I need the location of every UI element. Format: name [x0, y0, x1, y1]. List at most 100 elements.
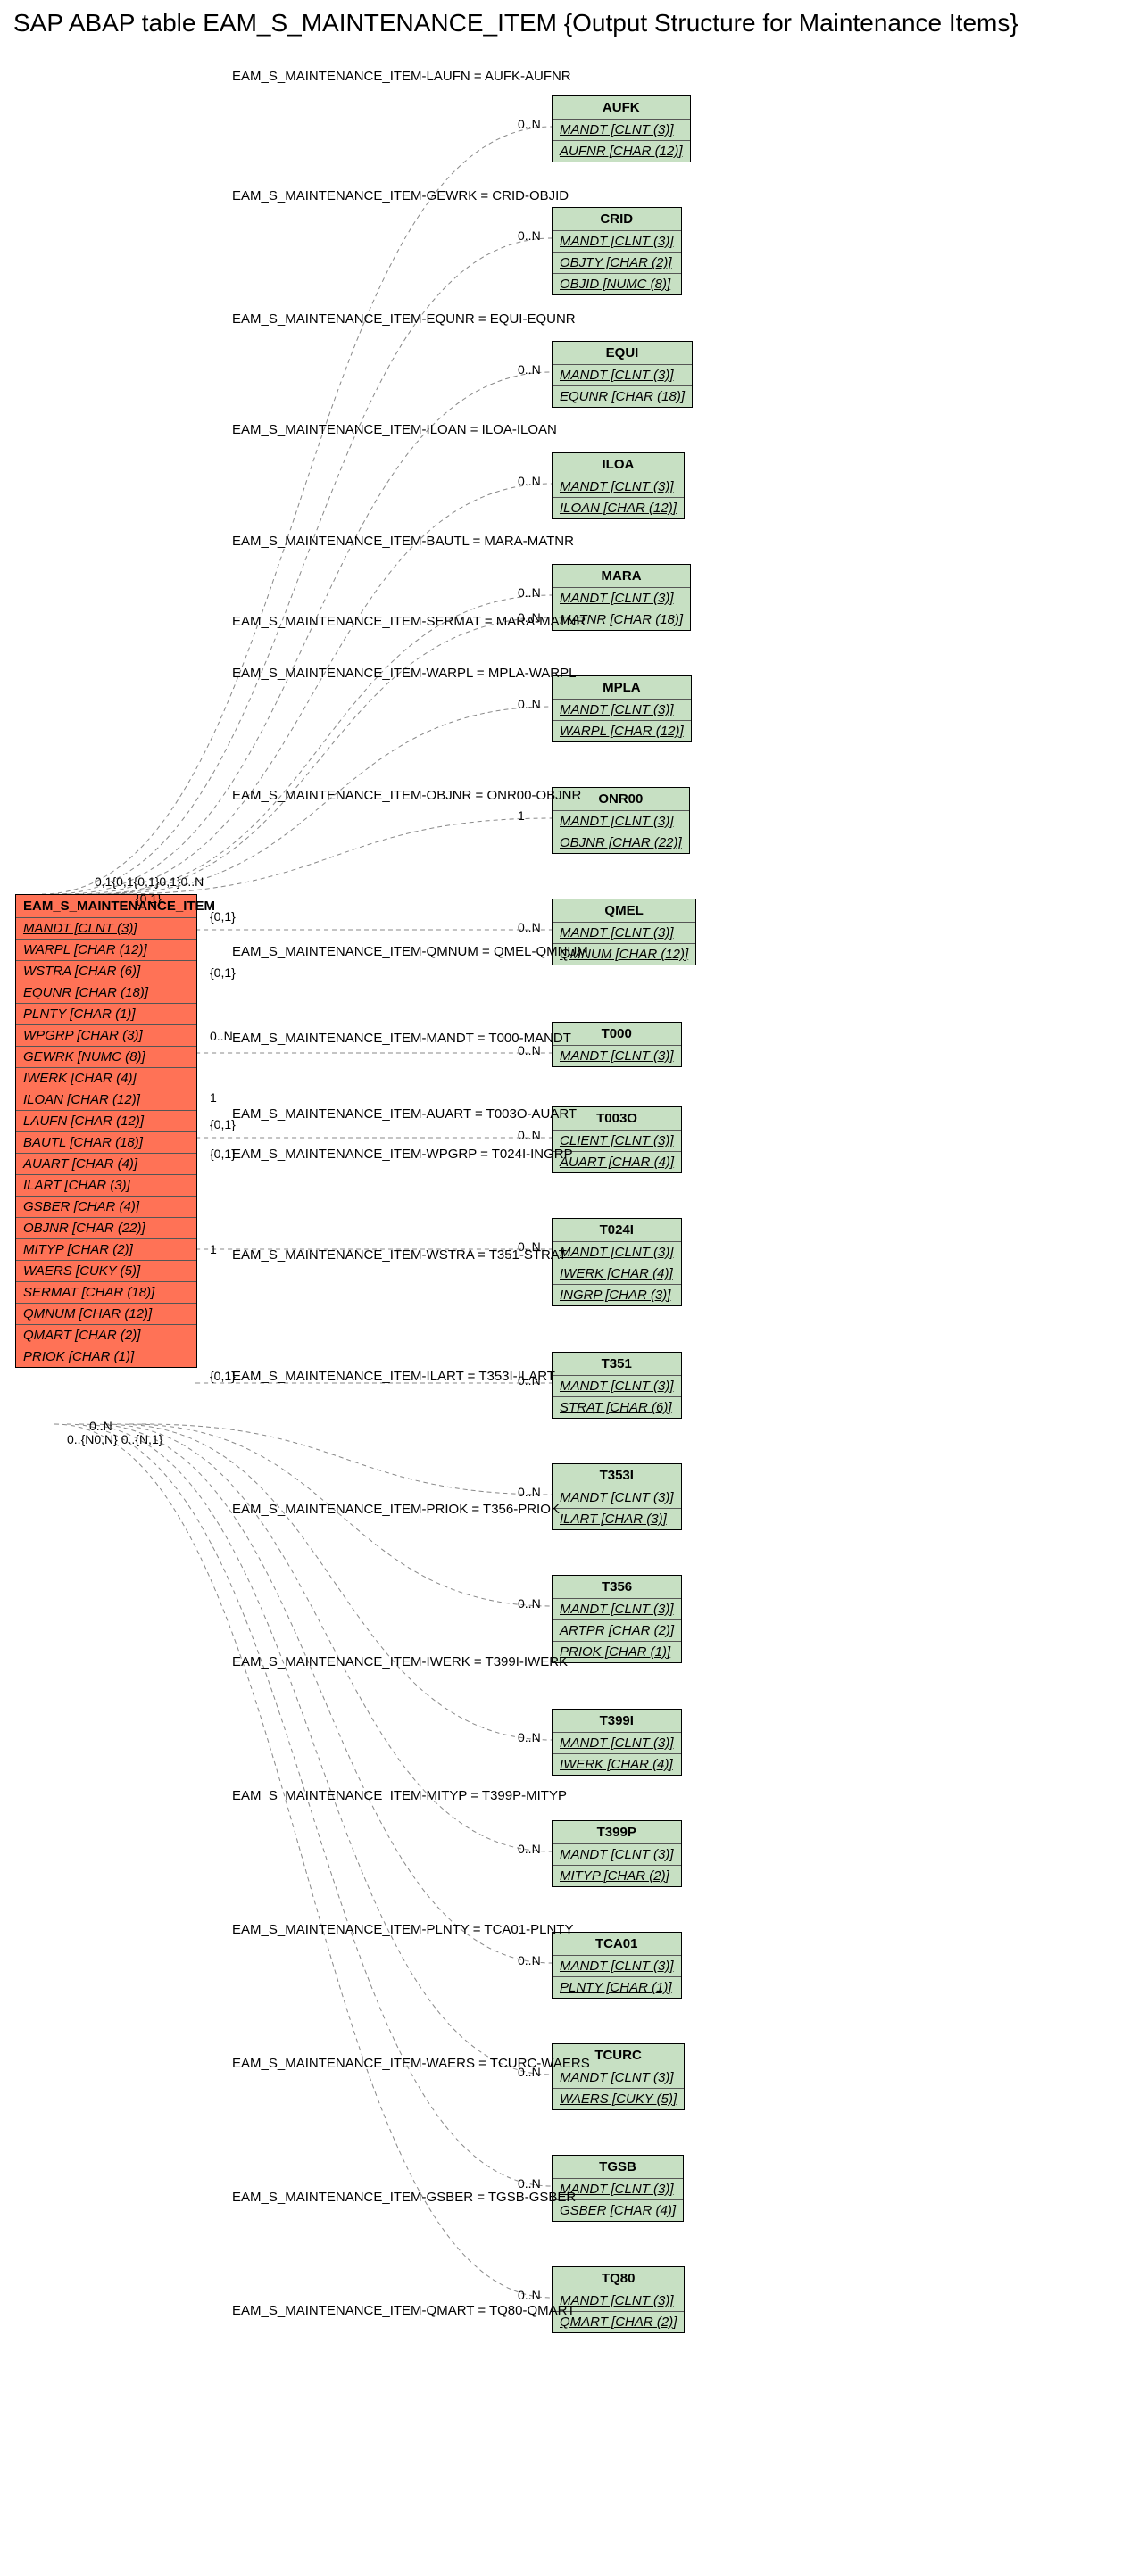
entity-name: EQUI	[553, 342, 692, 365]
cardinality-label: 0..N	[518, 2288, 541, 2302]
cardinality-label: 1	[210, 1090, 217, 1105]
field-row: ILART [CHAR (3)]	[16, 1175, 196, 1197]
cardinality-label: 0..N	[89, 1419, 112, 1433]
field-row: SERMAT [CHAR (18)]	[16, 1282, 196, 1304]
field-row: MANDT [CLNT (3)]	[16, 918, 196, 940]
cardinality-label: {0,1}	[210, 965, 236, 980]
field-row: ILART [CHAR (3)]	[553, 1509, 681, 1529]
field-row: MANDT [CLNT (3)]	[553, 1956, 681, 1977]
cardinality-label: 0..N	[518, 920, 541, 934]
field-row: ILOAN [CHAR (12)]	[553, 498, 684, 518]
relationship-label: EAM_S_MAINTENANCE_ITEM-AUART = T003O-AUA…	[232, 1106, 577, 1122]
relationship-label: EAM_S_MAINTENANCE_ITEM-GEWRK = CRID-OBJI…	[232, 188, 569, 203]
field-row: MANDT [CLNT (3)]	[553, 1599, 681, 1620]
field-row: WAERS [CUKY (5)]	[16, 1261, 196, 1282]
relationship-label: EAM_S_MAINTENANCE_ITEM-IWERK = T399I-IWE…	[232, 1654, 568, 1669]
field-row: MANDT [CLNT (3)]	[553, 700, 691, 721]
entity-ILOA: ILOAMANDT [CLNT (3)]ILOAN [CHAR (12)]	[552, 452, 685, 519]
field-row: OBJTY [CHAR (2)]	[553, 253, 681, 274]
field-row: OBJNR [CHAR (22)]	[553, 832, 689, 853]
field-row: QMNUM [CHAR (12)]	[16, 1304, 196, 1325]
field-row: WAERS [CUKY (5)]	[553, 2089, 684, 2109]
cardinality-label: {0,1}	[210, 1117, 236, 1131]
field-row: MANDT [CLNT (3)]	[553, 231, 681, 253]
erd-canvas: EAM_S_MAINTENANCE_ITEM MANDT [CLNT (3)]W…	[9, 42, 1138, 2567]
entity-T024I: T024IMANDT [CLNT (3)]IWERK [CHAR (4)]ING…	[552, 1218, 682, 1306]
page-title: SAP ABAP table EAM_S_MAINTENANCE_ITEM {O…	[13, 9, 1147, 37]
relationship-label: EAM_S_MAINTENANCE_ITEM-OBJNR = ONR00-OBJ…	[232, 788, 581, 803]
field-row: QMART [CHAR (2)]	[16, 1325, 196, 1346]
relationship-label: EAM_S_MAINTENANCE_ITEM-QMNUM = QMEL-QMNU…	[232, 944, 588, 959]
field-row: MITYP [CHAR (2)]	[16, 1239, 196, 1261]
field-row: MANDT [CLNT (3)]	[553, 1046, 681, 1066]
field-row: STRAT [CHAR (6)]	[553, 1397, 681, 1418]
cardinality-label: 0..{N0,N} 0..{N,1}	[67, 1432, 162, 1446]
entity-name: T000	[553, 1023, 681, 1046]
relationship-label: EAM_S_MAINTENANCE_ITEM-QMART = TQ80-QMAR…	[232, 2303, 575, 2318]
entity-name: T024I	[553, 1219, 681, 1242]
entity-name: CRID	[553, 208, 681, 231]
cardinality-label: 0..N	[518, 1842, 541, 1856]
relationship-label: EAM_S_MAINTENANCE_ITEM-GSBER = TGSB-GSBE…	[232, 2190, 576, 2205]
entity-CRID: CRIDMANDT [CLNT (3)]OBJTY [CHAR (2)]OBJI…	[552, 207, 682, 295]
field-row: EQUNR [CHAR (18)]	[553, 386, 692, 407]
entity-name: TGSB	[553, 2156, 683, 2179]
field-row: MANDT [CLNT (3)]	[553, 120, 690, 141]
entity-name: ILOA	[553, 453, 684, 476]
cardinality-label: 0..N	[518, 1485, 541, 1499]
field-row: MANDT [CLNT (3)]	[553, 923, 695, 944]
cardinality-label: 0..N	[518, 1953, 541, 1967]
cardinality-label: 0..N	[518, 117, 541, 131]
entity-name: QMEL	[553, 899, 695, 923]
cardinality-label: {0,1}	[210, 1147, 236, 1161]
entity-TQ80: TQ80MANDT [CLNT (3)]QMART [CHAR (2)]	[552, 2266, 685, 2333]
field-row: LAUFN [CHAR (12)]	[16, 1111, 196, 1132]
cardinality-label: 0..N	[518, 2065, 541, 2079]
relationship-label: EAM_S_MAINTENANCE_ITEM-LAUFN = AUFK-AUFN…	[232, 69, 571, 84]
relationship-label: EAM_S_MAINTENANCE_ITEM-BAUTL = MARA-MATN…	[232, 534, 574, 549]
relationship-label: EAM_S_MAINTENANCE_ITEM-PRIOK = T356-PRIO…	[232, 1502, 560, 1517]
entity-name: MARA	[553, 565, 690, 588]
field-row: MANDT [CLNT (3)]	[553, 1487, 681, 1509]
field-row: GSBER [CHAR (4)]	[16, 1197, 196, 1218]
entity-T356: T356MANDT [CLNT (3)]ARTPR [CHAR (2)]PRIO…	[552, 1575, 682, 1663]
cardinality-label: 0..N	[518, 1128, 541, 1142]
cardinality-label: 0..N	[518, 585, 541, 600]
entity-name: T353I	[553, 1464, 681, 1487]
cardinality-label: 0,1{0,1{0,1}0,1}0..N	[95, 874, 204, 889]
relationship-label: EAM_S_MAINTENANCE_ITEM-ILOAN = ILOA-ILOA…	[232, 422, 557, 437]
field-row: ILOAN [CHAR (12)]	[16, 1089, 196, 1111]
cardinality-label: 0..N	[518, 1730, 541, 1744]
field-row: WARPL [CHAR (12)]	[553, 721, 691, 741]
field-row: WSTRA [CHAR (6)]	[16, 961, 196, 982]
relationship-label: EAM_S_MAINTENANCE_ITEM-WPGRP = T024I-ING…	[232, 1147, 573, 1162]
field-row: MANDT [CLNT (3)]	[553, 1733, 681, 1754]
entity-T353I: T353IMANDT [CLNT (3)]ILART [CHAR (3)]	[552, 1463, 682, 1530]
field-row: INGRP [CHAR (3)]	[553, 1285, 681, 1305]
field-row: MANDT [CLNT (3)]	[553, 1242, 681, 1263]
cardinality-label: 0..N	[518, 697, 541, 711]
entity-AUFK: AUFKMANDT [CLNT (3)]AUFNR [CHAR (12)]	[552, 95, 691, 162]
field-row: WPGRP [CHAR (3)]	[16, 1025, 196, 1047]
entity-T351: T351MANDT [CLNT (3)]STRAT [CHAR (6)]	[552, 1352, 682, 1419]
field-row: PLNTY [CHAR (1)]	[16, 1004, 196, 1025]
cardinality-label: {0,1}	[136, 891, 162, 906]
relationship-label: EAM_S_MAINTENANCE_ITEM-ILART = T353I-ILA…	[232, 1369, 555, 1384]
cardinality-label: 0..N	[518, 2176, 541, 2191]
cardinality-label: 0..N	[518, 1043, 541, 1057]
field-row: MANDT [CLNT (3)]	[553, 476, 684, 498]
field-row: PRIOK [CHAR (1)]	[16, 1346, 196, 1367]
entity-name: AUFK	[553, 96, 690, 120]
field-row: AUART [CHAR (4)]	[16, 1154, 196, 1175]
field-row: IWERK [CHAR (4)]	[16, 1068, 196, 1089]
main-entity-table: EAM_S_MAINTENANCE_ITEM MANDT [CLNT (3)]W…	[15, 894, 197, 1368]
cardinality-label: 1	[518, 808, 525, 823]
field-row: OBJID [NUMC (8)]	[553, 274, 681, 294]
relationship-label: EAM_S_MAINTENANCE_ITEM-EQUNR = EQUI-EQUN…	[232, 311, 576, 327]
entity-TCURC: TCURCMANDT [CLNT (3)]WAERS [CUKY (5)]	[552, 2043, 685, 2110]
field-row: IWERK [CHAR (4)]	[553, 1263, 681, 1285]
relationship-label: EAM_S_MAINTENANCE_ITEM-MITYP = T399P-MIT…	[232, 1788, 567, 1803]
field-row: MITYP [CHAR (2)]	[553, 1866, 681, 1886]
field-row: WARPL [CHAR (12)]	[16, 940, 196, 961]
entity-TCA01: TCA01MANDT [CLNT (3)]PLNTY [CHAR (1)]	[552, 1932, 682, 1999]
